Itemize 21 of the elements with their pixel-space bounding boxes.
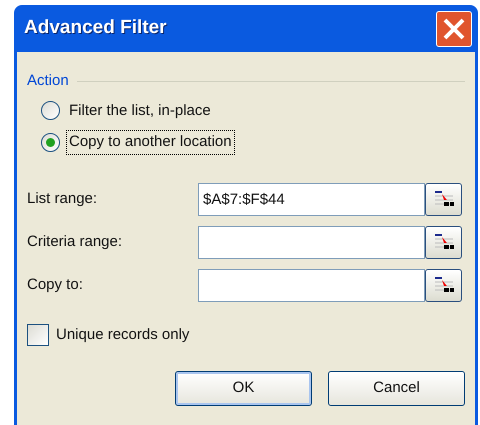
- collapse-dialog-icon: [432, 189, 454, 209]
- group-label: Action: [27, 71, 69, 91]
- radio-option[interactable]: Copy to another location: [41, 130, 465, 154]
- window-title: Advanced Filter: [24, 16, 167, 40]
- dialog-button[interactable]: Cancel: [328, 371, 465, 406]
- collapse-dialog-button[interactable]: [425, 182, 462, 216]
- collapse-dialog-icon: [432, 232, 454, 252]
- range-field[interactable]: [198, 226, 425, 258]
- close-icon: [442, 16, 466, 40]
- field-label: List range:: [27, 188, 98, 209]
- collapse-dialog-button[interactable]: [425, 226, 462, 258]
- radio-option[interactable]: Filter the list, in-place: [41, 100, 465, 122]
- unique-records-checkbox[interactable]: Unique records only: [27, 324, 190, 346]
- field-label: Copy to:: [27, 274, 84, 295]
- collapse-dialog-button[interactable]: [425, 268, 462, 302]
- close-button[interactable]: [436, 10, 472, 46]
- range-field[interactable]: [198, 268, 425, 302]
- field-label: Criteria range:: [27, 232, 124, 252]
- range-field[interactable]: $A$7:$F$44: [198, 182, 425, 216]
- collapse-dialog-icon: [432, 275, 454, 295]
- dialog-button[interactable]: OK: [175, 371, 312, 406]
